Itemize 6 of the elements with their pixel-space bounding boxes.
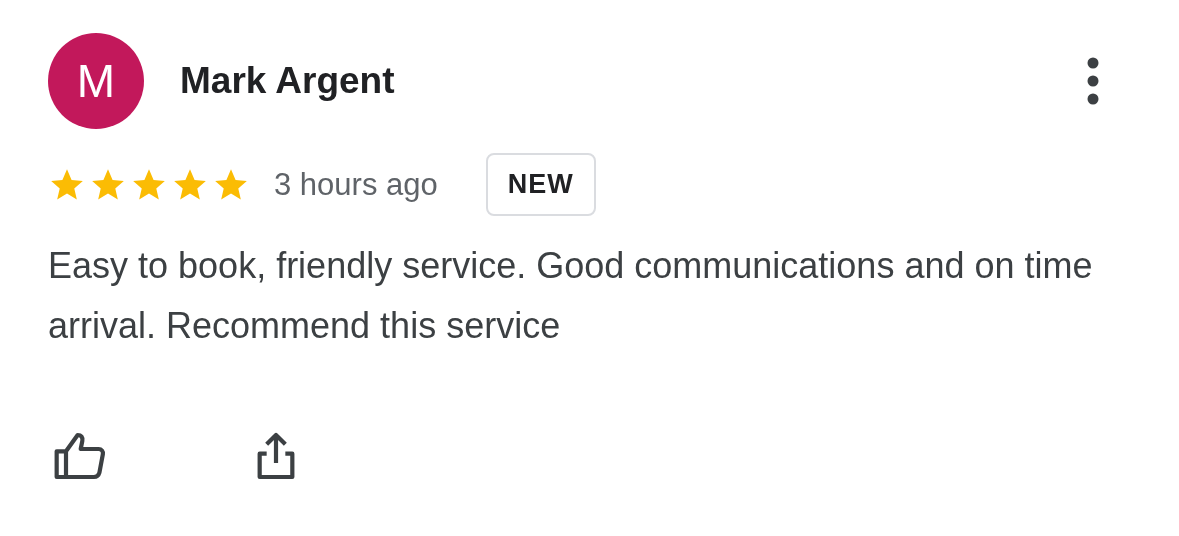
- avatar: M: [48, 33, 144, 129]
- author-name: Mark Argent: [180, 60, 396, 102]
- new-badge: NEW: [485, 153, 596, 216]
- review-time: 3 hours ago: [274, 166, 438, 203]
- review-text: Easy to book, friendly service. Good communications and on time arrival. Recommend this service: [48, 244, 1094, 348]
- more-options-icon[interactable]: [1085, 57, 1101, 105]
